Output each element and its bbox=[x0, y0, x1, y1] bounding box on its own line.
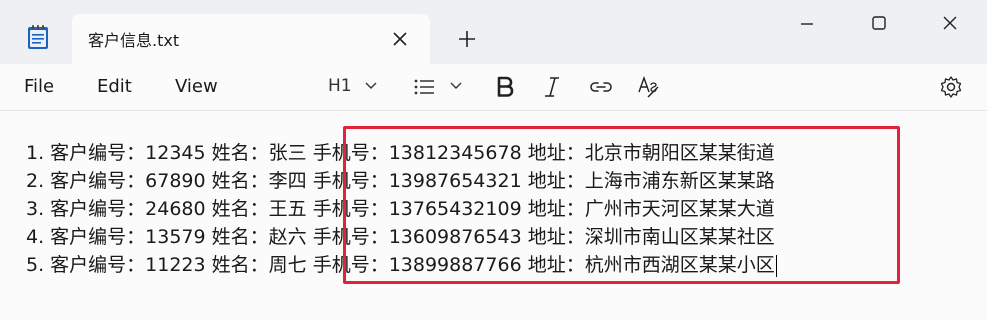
close-icon[interactable] bbox=[388, 27, 412, 51]
bold-icon[interactable] bbox=[494, 74, 516, 100]
highlight-box bbox=[343, 126, 900, 284]
link-icon[interactable] bbox=[588, 74, 614, 100]
maximize-icon[interactable] bbox=[861, 8, 897, 38]
text-editor[interactable]: 1. 客户编号：12345 姓名：张三 手机号：13812345678 地址：北… bbox=[0, 111, 987, 320]
gear-icon[interactable] bbox=[938, 74, 964, 100]
window-close-icon[interactable] bbox=[932, 8, 968, 38]
menu-view[interactable]: View bbox=[175, 76, 218, 97]
list-icon bbox=[414, 79, 434, 95]
menu-edit[interactable]: Edit bbox=[97, 76, 132, 97]
minimize-icon[interactable] bbox=[789, 8, 825, 38]
chevron-down-icon bbox=[365, 82, 377, 89]
list-dropdown[interactable] bbox=[413, 74, 467, 100]
italic-icon[interactable] bbox=[541, 74, 563, 100]
menu-bar: File Edit View H1 bbox=[0, 64, 987, 111]
title-bar: 客户信息.txt bbox=[0, 0, 987, 64]
notepad-window: 客户信息.txt File Edit View H1 1. 客户编号：12345… bbox=[0, 0, 987, 320]
tab-document[interactable]: 客户信息.txt bbox=[72, 14, 430, 64]
chevron-down-icon bbox=[450, 82, 462, 89]
tab-title: 客户信息.txt bbox=[88, 31, 180, 50]
heading-label: H1 bbox=[328, 76, 352, 96]
clear-format-icon[interactable] bbox=[636, 74, 662, 100]
menu-file[interactable]: File bbox=[24, 76, 54, 97]
plus-icon[interactable] bbox=[455, 27, 479, 51]
notepad-icon bbox=[28, 25, 48, 49]
heading-dropdown[interactable]: H1 bbox=[328, 74, 382, 100]
